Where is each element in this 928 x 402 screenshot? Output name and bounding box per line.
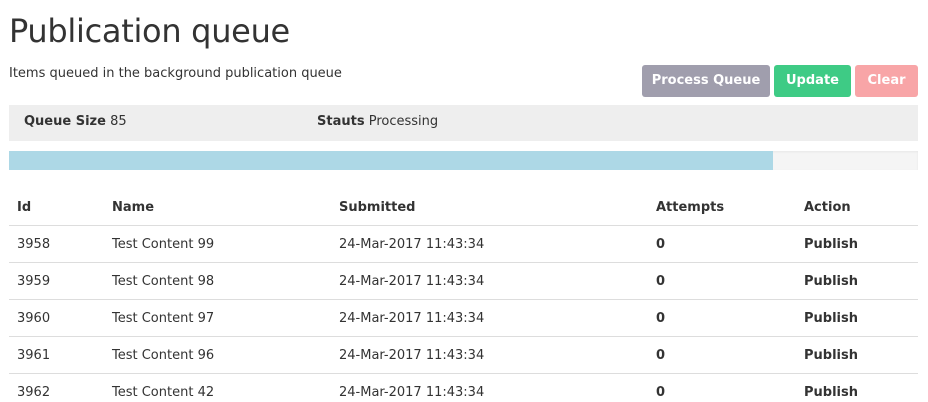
cell-submitted: 24-Mar-2017 11:43:34 bbox=[331, 299, 648, 337]
queue-size-label: Queue Size bbox=[24, 114, 106, 129]
table-row: 3961 Test Content 96 24-Mar-2017 11:43:34 0… bbox=[9, 336, 918, 374]
cell-submitted: 24-Mar-2017 11:43:34 bbox=[331, 336, 648, 374]
column-header-action[interactable]: Action bbox=[796, 189, 918, 226]
queue-table: Id Name Submitted Attempts Action 3958 Te… bbox=[9, 189, 918, 402]
table-row: 3962 Test Content 42 24-Mar-2017 11:43:34 0… bbox=[9, 373, 918, 402]
table-header-row: Id Name Submitted Attempts Action bbox=[9, 189, 918, 226]
page-subtitle: Items queued in the background publicati… bbox=[9, 66, 342, 81]
queue-state-value: Processing bbox=[368, 114, 439, 129]
cell-name: Test Content 99 bbox=[104, 225, 331, 263]
cell-id: 3958 bbox=[9, 225, 104, 263]
queue-progress-fill bbox=[9, 151, 773, 170]
table-row: 3958 Test Content 99 24-Mar-2017 11:43:34 0… bbox=[9, 225, 918, 263]
cell-id: 3959 bbox=[9, 262, 104, 300]
table-row: 3960 Test Content 97 24-Mar-2017 11:43:34 0… bbox=[9, 299, 918, 337]
table-row: 3959 Test Content 98 24-Mar-2017 11:43:34 0… bbox=[9, 262, 918, 300]
queue-state-status: Stauts Processing bbox=[317, 114, 438, 129]
publish-link[interactable]: Publish bbox=[796, 225, 918, 263]
cell-id: 3962 bbox=[9, 373, 104, 402]
cell-attempts: 0 bbox=[648, 373, 796, 402]
cell-name: Test Content 42 bbox=[104, 373, 331, 402]
publication-queue-page: Publication queue Items queued in the ba… bbox=[0, 0, 928, 402]
publish-link[interactable]: Publish bbox=[796, 299, 918, 337]
cell-attempts: 0 bbox=[648, 262, 796, 300]
cell-id: 3960 bbox=[9, 299, 104, 337]
page-title: Publication queue bbox=[9, 12, 290, 50]
queue-size-status: Queue Size 85 bbox=[24, 114, 127, 129]
publish-link[interactable]: Publish bbox=[796, 262, 918, 300]
queue-state-label: Stauts bbox=[317, 114, 365, 129]
update-button[interactable]: Update bbox=[774, 65, 851, 97]
cell-name: Test Content 98 bbox=[104, 262, 331, 300]
cell-name: Test Content 96 bbox=[104, 336, 331, 374]
cell-name: Test Content 97 bbox=[104, 299, 331, 337]
column-header-submitted[interactable]: Submitted bbox=[331, 189, 648, 226]
queue-status-panel: Queue Size 85 Stauts Processing bbox=[9, 105, 918, 141]
cell-submitted: 24-Mar-2017 11:43:34 bbox=[331, 225, 648, 263]
publish-link[interactable]: Publish bbox=[796, 373, 918, 402]
column-header-id[interactable]: Id bbox=[9, 189, 104, 226]
cell-id: 3961 bbox=[9, 336, 104, 374]
cell-submitted: 24-Mar-2017 11:43:34 bbox=[331, 262, 648, 300]
cell-attempts: 0 bbox=[648, 299, 796, 337]
column-header-attempts[interactable]: Attempts bbox=[648, 189, 796, 226]
column-header-name[interactable]: Name bbox=[104, 189, 331, 226]
cell-submitted: 24-Mar-2017 11:43:34 bbox=[331, 373, 648, 402]
cell-attempts: 0 bbox=[648, 336, 796, 374]
queue-size-value: 85 bbox=[110, 114, 127, 129]
cell-attempts: 0 bbox=[648, 225, 796, 263]
process-queue-button[interactable]: Process Queue bbox=[642, 65, 770, 97]
publish-link[interactable]: Publish bbox=[796, 336, 918, 374]
queue-progress-bar bbox=[9, 151, 918, 170]
queue-table-body: 3958 Test Content 99 24-Mar-2017 11:43:34 0… bbox=[9, 225, 918, 402]
clear-button[interactable]: Clear bbox=[855, 65, 918, 97]
